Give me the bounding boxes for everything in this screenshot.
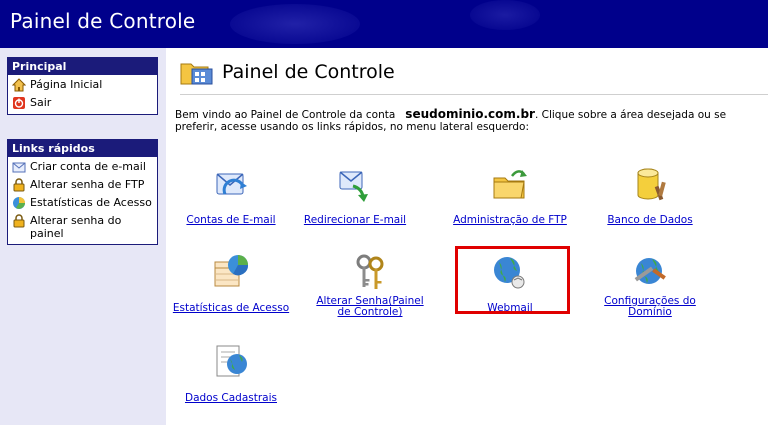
lock-icon bbox=[12, 214, 26, 228]
tile-statistics[interactable]: Estatísticas de Acesso bbox=[171, 252, 291, 315]
tile-label[interactable]: Administração de FTP bbox=[453, 215, 567, 226]
sidebar: Principal Página Inicial Sair Links rápi… bbox=[0, 48, 166, 425]
page-heading: Painel de Controle bbox=[180, 58, 395, 86]
ftp-folder-icon bbox=[490, 164, 530, 204]
keys-icon bbox=[350, 252, 390, 292]
control-panel-icon bbox=[180, 58, 214, 86]
title-divider bbox=[180, 94, 768, 95]
tile-change-password[interactable]: Alterar Senha(Painel de Controle) bbox=[310, 252, 430, 319]
quick-links-heading: Links rápidos bbox=[8, 140, 157, 157]
sidebar-item-label: Alterar senha do painel bbox=[30, 214, 122, 240]
sidebar-item-label: Sair bbox=[30, 96, 52, 109]
page-title: Painel de Controle bbox=[222, 61, 395, 83]
sidebar-item-ftp-password[interactable]: Alterar senha de FTP bbox=[8, 176, 157, 194]
tile-label[interactable]: Alterar Senha(Painel de Controle) bbox=[310, 296, 430, 318]
sidebar-item-home[interactable]: Página Inicial bbox=[8, 75, 157, 94]
tile-email-redirect[interactable]: Redirecionar E-mail bbox=[295, 164, 415, 227]
account-domain: seudominio.com.br bbox=[405, 107, 535, 121]
sidebar-item-label: Criar conta de e-mail bbox=[30, 160, 146, 173]
statistics-icon bbox=[211, 252, 251, 292]
home-icon bbox=[11, 78, 27, 92]
sidebar-item-label: Estatísticas de Acesso bbox=[30, 196, 152, 209]
registration-data-icon bbox=[211, 342, 251, 382]
stats-icon bbox=[12, 196, 26, 210]
sidebar-item-create-email[interactable]: Criar conta de e-mail bbox=[8, 157, 157, 176]
sidebar-item-statistics[interactable]: Estatísticas de Acesso bbox=[8, 194, 157, 212]
tile-label[interactable]: Dados Cadastrais bbox=[185, 393, 277, 404]
exit-icon bbox=[12, 96, 26, 110]
email-redirect-icon bbox=[335, 164, 375, 204]
database-icon bbox=[630, 164, 670, 204]
top-header: Painel de Controle bbox=[0, 0, 768, 48]
sidebar-item-label: Página Inicial bbox=[30, 78, 103, 91]
sidebar-item-label: Alterar senha de FTP bbox=[30, 178, 145, 191]
webmail-highlight-box bbox=[455, 246, 570, 314]
envelope-icon bbox=[12, 160, 26, 174]
principal-menu: Principal Página Inicial Sair bbox=[7, 57, 158, 115]
principal-heading: Principal bbox=[8, 58, 157, 75]
sidebar-item-exit[interactable]: Sair bbox=[8, 94, 157, 114]
tile-database[interactable]: Banco de Dados bbox=[590, 164, 710, 227]
tile-label[interactable]: Configurações do Domínio bbox=[590, 296, 710, 318]
tile-label[interactable]: Contas de E-mail bbox=[186, 215, 275, 226]
tile-ftp-admin[interactable]: Administração de FTP bbox=[450, 164, 570, 227]
sidebar-item-panel-password[interactable]: Alterar senha do painel bbox=[8, 212, 157, 244]
welcome-text: Bem vindo ao Painel de Controle da conta… bbox=[175, 107, 727, 133]
email-accounts-icon bbox=[211, 164, 251, 204]
tile-label[interactable]: Redirecionar E-mail bbox=[304, 215, 406, 226]
tile-label[interactable]: Banco de Dados bbox=[607, 215, 692, 226]
tile-label[interactable]: Estatísticas de Acesso bbox=[173, 303, 289, 314]
quick-links-menu: Links rápidos Criar conta de e-mail Alte… bbox=[7, 139, 158, 245]
domain-settings-icon bbox=[630, 252, 670, 292]
tile-domain-settings[interactable]: Configurações do Domínio bbox=[590, 252, 710, 319]
tile-email-accounts[interactable]: Contas de E-mail bbox=[171, 164, 291, 227]
app-title: Painel de Controle bbox=[10, 9, 196, 33]
lock-icon bbox=[12, 178, 26, 192]
tile-registration-data[interactable]: Dados Cadastrais bbox=[171, 342, 291, 405]
